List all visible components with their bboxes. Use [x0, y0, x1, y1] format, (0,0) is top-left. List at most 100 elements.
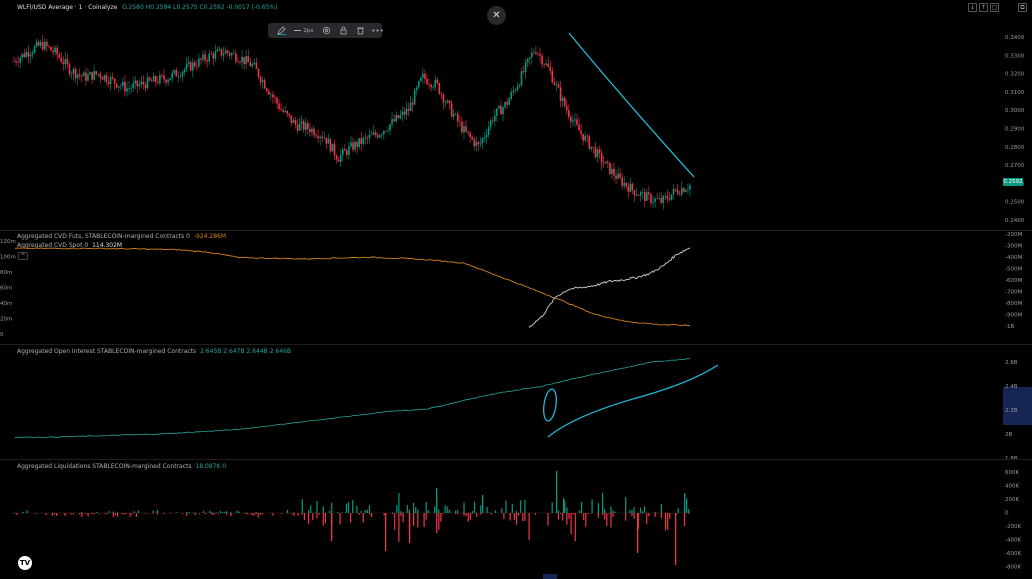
- price-axis-tick: 0.2900: [1005, 127, 1025, 133]
- candle-body: [200, 58, 202, 60]
- drawing-toolbar[interactable]: 2px •••: [268, 23, 384, 38]
- candle-body: [307, 123, 309, 129]
- candle-body: [364, 137, 367, 139]
- liq-short-bar: [482, 495, 484, 513]
- move-down-icon[interactable]: ↓: [968, 3, 977, 12]
- cvd-chart[interactable]: 120m 100m 80m 60m 40m 20m 0 -200M -300M -400M -500…: [0, 231, 1032, 344]
- candle-body: [109, 77, 112, 85]
- candle-body: [397, 115, 400, 119]
- move-up-icon[interactable]: ↑: [979, 3, 988, 12]
- liq-chart[interactable]: 600K 400K 200K 0 -200K -400K -600K -800K: [0, 460, 1032, 572]
- candle-body: [475, 141, 478, 147]
- lock-icon[interactable]: [339, 26, 348, 35]
- liq-long-bar: [211, 513, 213, 515]
- liq-long-bar: [226, 513, 228, 515]
- liq-short-bar: [219, 511, 221, 513]
- liq-long-bar: [114, 513, 116, 515]
- trash-icon[interactable]: [356, 26, 365, 35]
- candle-body: [134, 80, 137, 84]
- liq-short-bar: [644, 506, 646, 513]
- liq-long-bar: [392, 513, 394, 514]
- candle-body: [146, 77, 149, 89]
- liq-long-bar: [440, 513, 442, 522]
- liq-short-bar: [400, 511, 402, 513]
- price-chart[interactable]: 0.3400 0.3300 0.3200 0.3100 0.3000 0.2900 0.28…: [0, 0, 1032, 230]
- oi-chart[interactable]: 2.6B2.4B2.2B2B1.8B: [0, 345, 1032, 459]
- candle-body: [263, 80, 266, 89]
- candle-body: [652, 202, 654, 203]
- time-axis[interactable]: [0, 574, 1032, 579]
- cvd-left-axis-tick: 120m: [0, 239, 16, 245]
- candle-body: [563, 97, 566, 106]
- tradingview-logo[interactable]: TV: [18, 556, 32, 570]
- maximize-icon[interactable]: ▢: [990, 3, 999, 12]
- candle-body: [25, 52, 28, 58]
- candle-body: [222, 53, 225, 56]
- candle-body: [198, 58, 200, 67]
- candle-body: [183, 69, 186, 72]
- liq-short-bar: [308, 509, 310, 513]
- candle-body: [376, 134, 379, 138]
- liq-long-bar: [660, 513, 662, 519]
- candle-body: [216, 49, 219, 52]
- candle-body: [115, 83, 118, 88]
- candle-body: [282, 109, 284, 112]
- line-width-selector[interactable]: 2px: [294, 26, 314, 35]
- liq-long-bar: [186, 513, 188, 516]
- candle-body: [685, 190, 687, 192]
- more-icon[interactable]: •••: [371, 26, 383, 35]
- time-crosshair-marker: [543, 574, 557, 579]
- liq-long-bar: [163, 513, 165, 515]
- liq-long-bar: [423, 513, 425, 527]
- liq-long-bar: [72, 513, 74, 515]
- liq-short-bar: [224, 511, 226, 513]
- liq-long-bar: [261, 513, 263, 515]
- liq-long-bar: [104, 513, 106, 514]
- settings-icon[interactable]: [322, 26, 331, 35]
- candle-body: [496, 108, 498, 116]
- candle-body: [302, 121, 305, 130]
- liq-short-bar: [686, 498, 688, 513]
- liq-long-bar: [87, 513, 89, 517]
- candle-body: [206, 60, 208, 62]
- price-axis-tick: 0.3300: [1005, 53, 1025, 59]
- candle-body: [422, 73, 424, 78]
- liq-short-bar: [511, 503, 513, 513]
- liq-long-bar: [560, 513, 562, 514]
- candle-body: [635, 195, 638, 196]
- liq-long-bar: [350, 513, 352, 523]
- candle-body: [68, 63, 71, 75]
- liq-long-bar: [587, 513, 589, 514]
- candle-body: [15, 60, 17, 63]
- candle-body: [633, 190, 636, 196]
- liq-axis-tick: 200K: [1005, 497, 1019, 503]
- liq-short-bar: [505, 500, 507, 513]
- candle-body: [607, 161, 609, 163]
- candle-body: [212, 54, 215, 59]
- candle-body: [372, 132, 375, 135]
- candle-body: [555, 84, 558, 85]
- cvd-left-axis-tick: 0: [0, 332, 4, 338]
- liq-long-bar: [476, 513, 478, 517]
- candle-body: [311, 128, 313, 133]
- close-button[interactable]: ✕: [487, 6, 506, 25]
- liq-short-bar: [629, 510, 631, 513]
- pencil-icon[interactable]: [277, 26, 286, 35]
- liq-short-bar: [215, 512, 217, 513]
- liq-long-bar: [169, 513, 171, 514]
- liq-long-bar: [648, 513, 650, 517]
- candle-body: [167, 80, 169, 83]
- candle-body: [93, 71, 95, 80]
- candle-body: [403, 111, 406, 115]
- candle-body: [596, 149, 599, 158]
- candle-body: [512, 90, 515, 93]
- candle-body: [362, 138, 365, 145]
- cvd-right-axis-tick: -400M: [1005, 255, 1022, 261]
- restore-icon[interactable]: ⧉: [1018, 3, 1027, 12]
- candle-body: [280, 108, 282, 110]
- liq-short-bar: [345, 503, 347, 513]
- candle-body: [625, 182, 628, 187]
- candle-body: [288, 113, 291, 116]
- candle-body: [539, 54, 541, 56]
- liq-long-bar: [534, 513, 536, 515]
